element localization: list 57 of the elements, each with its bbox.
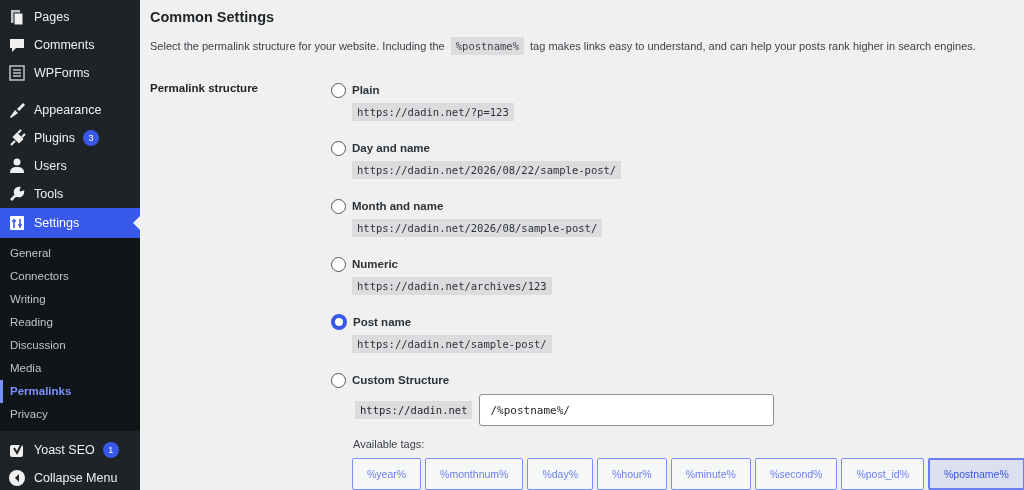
users-icon <box>8 157 26 175</box>
submenu-item[interactable]: General <box>0 242 140 265</box>
tag-button[interactable]: %postname% <box>927 458 1024 490</box>
tags-label: Available tags: <box>353 438 426 450</box>
appearance-icon <box>8 101 26 119</box>
option-label: Post name <box>353 316 412 328</box>
radio-button[interactable] <box>331 372 346 388</box>
tag-button[interactable]: %second% <box>754 458 838 490</box>
radio-button[interactable] <box>331 198 346 214</box>
url-example: https://dadin.net/2026/08/22/sample-post/ <box>352 161 622 179</box>
radio-button[interactable] <box>331 314 347 330</box>
url-example: https://dadin.net/sample-post/ <box>352 335 552 353</box>
radio-button[interactable] <box>331 82 346 98</box>
tag-button[interactable]: %post_id% <box>841 458 924 490</box>
tools-icon <box>8 185 26 203</box>
tag-button[interactable]: %minute% <box>670 458 751 490</box>
submenu-item[interactable]: Permalinks <box>0 380 140 403</box>
pages-icon <box>8 8 26 26</box>
option-label: Numeric <box>352 258 399 270</box>
option-label: Plain <box>352 84 380 96</box>
submenu-item[interactable]: Discussion <box>0 334 140 357</box>
sidebar-item[interactable]: Pages <box>0 3 140 31</box>
radio-button[interactable] <box>331 256 346 272</box>
sidebar-item[interactable]: Collapse Menu <box>0 464 140 490</box>
section-title: Common Settings <box>150 9 276 25</box>
plugins-icon <box>8 129 26 147</box>
tag-button[interactable]: %day% <box>527 458 593 490</box>
settings-icon <box>8 214 26 232</box>
submenu-item[interactable]: Connectors <box>0 265 140 288</box>
sidebar-item[interactable]: Plugins 3 <box>0 124 140 152</box>
url-example: https://dadin.net/?p=123 <box>352 103 514 121</box>
submenu-item[interactable]: Reading <box>0 311 140 334</box>
sidebar-item[interactable]: Users <box>0 152 140 180</box>
structure-input[interactable]: /%postname%/ <box>479 394 775 426</box>
option-label: Month and name <box>352 200 444 212</box>
collapse-icon <box>8 469 26 487</box>
option-label: Custom Structure <box>352 374 450 386</box>
description: Select the permalink structure for your website. Including the %postname% tag makes links easy to understand, and can help your posts rank higher in search engines. <box>150 40 1024 52</box>
sidebar-item[interactable]: Settings <box>0 208 140 238</box>
url-prefix: https://dadin.net <box>355 401 473 419</box>
radio-button[interactable] <box>331 140 346 156</box>
url-example: https://dadin.net/archives/123 <box>352 277 552 295</box>
sidebar-item[interactable]: Appearance <box>0 96 140 124</box>
url-example: https://dadin.net/2026/08/sample-post/ <box>352 219 603 237</box>
submenu-item[interactable]: Writing <box>0 288 140 311</box>
submenu-item[interactable]: Privacy <box>0 403 140 426</box>
sidebar-item[interactable]: Comments <box>0 31 140 59</box>
sidebar-item[interactable]: Tools <box>0 180 140 208</box>
option-label: Day and name <box>352 142 430 154</box>
submenu-item[interactable]: Media <box>0 357 140 380</box>
count-badge: 1 <box>102 442 119 458</box>
sidebar-item[interactable]: Yoast SEO 1 <box>0 436 140 464</box>
sidebar-item[interactable]: WPForms <box>0 59 140 87</box>
comments-icon <box>8 36 26 54</box>
count-badge: 3 <box>83 130 99 146</box>
forms-icon <box>8 64 26 82</box>
field-label: Permalink structure <box>150 81 259 96</box>
